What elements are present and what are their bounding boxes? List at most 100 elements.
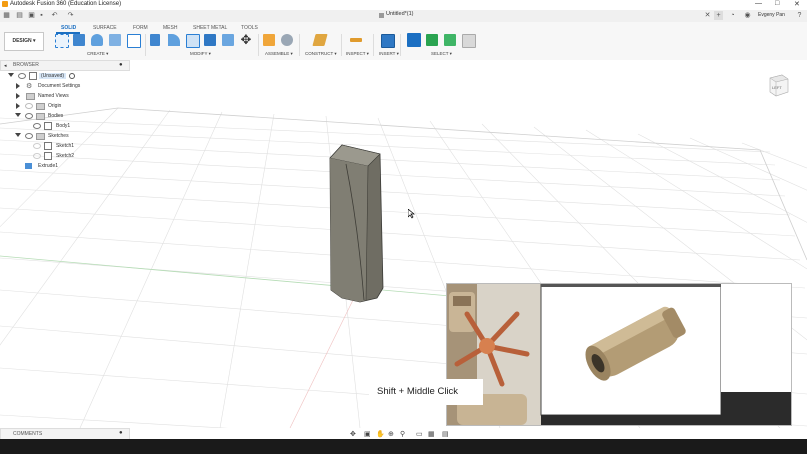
browser-node-sketch2[interactable]: Sketch2: [0, 151, 128, 161]
grid-settings-icon[interactable]: ▦: [428, 430, 435, 438]
window-select-icon[interactable]: [426, 34, 438, 46]
file-menu-icon[interactable]: ▤: [15, 11, 24, 20]
browser-node-body1[interactable]: Body1: [0, 121, 128, 131]
minimize-button[interactable]: —: [755, 0, 762, 7]
view-cube[interactable]: LEFT: [766, 72, 790, 98]
data-panel-grid-icon[interactable]: ▦: [2, 11, 11, 20]
create-group-label[interactable]: CREATE ▾: [87, 51, 108, 57]
browser-root-node[interactable]: (Unsaved): [0, 71, 128, 81]
extrude-icon[interactable]: [73, 34, 85, 46]
select-priority-icon[interactable]: [444, 34, 456, 46]
tab-form[interactable]: FORM: [133, 25, 148, 31]
visibility-eye-icon[interactable]: [33, 153, 41, 159]
browser-node-origin[interactable]: Origin: [0, 101, 128, 111]
view-cube-face-label[interactable]: LEFT: [772, 85, 782, 90]
browser-node-document-settings[interactable]: ⚙ Document Settings: [0, 81, 128, 91]
construct-group-label[interactable]: CONSTRUCT ▾: [305, 51, 337, 57]
fillet-icon[interactable]: [168, 34, 180, 46]
browser-node-bodies[interactable]: Bodies: [0, 111, 128, 121]
ribbon-separator: [373, 34, 374, 56]
browser-pin-icon[interactable]: ●: [119, 62, 123, 68]
tab-tools[interactable]: TOOLS: [241, 25, 258, 31]
body1-solid[interactable]: [320, 140, 390, 308]
tree-label: Sketches: [48, 133, 69, 139]
tab-mesh[interactable]: MESH: [163, 25, 177, 31]
visibility-eye-icon[interactable]: [33, 123, 41, 129]
new-sketch-icon[interactable]: [55, 34, 69, 48]
modify-group-label[interactable]: MODIFY ▾: [190, 51, 211, 57]
tab-surface[interactable]: SURFACE: [93, 25, 117, 31]
measure-icon[interactable]: [350, 38, 362, 42]
workspace-switcher-button[interactable]: DESIGN ▾: [4, 32, 44, 51]
visibility-eye-icon[interactable]: [25, 133, 33, 139]
new-tab-icon[interactable]: +: [714, 11, 723, 20]
undo-icon[interactable]: ↶: [50, 11, 59, 20]
select-group-label[interactable]: SELECT ▾: [431, 51, 452, 57]
fit-icon[interactable]: ⚲: [400, 430, 405, 438]
sketch-icon: [44, 152, 52, 160]
visibility-eye-icon[interactable]: [25, 103, 33, 109]
move-icon[interactable]: ✥: [240, 33, 252, 46]
notifications-icon[interactable]: ◉: [743, 11, 752, 20]
pattern-icon[interactable]: [127, 34, 141, 48]
save-menu-icon[interactable]: ▪: [37, 11, 46, 20]
pan-icon[interactable]: ✋: [376, 430, 385, 438]
combine-icon[interactable]: [204, 34, 216, 46]
select-icon[interactable]: [407, 33, 421, 47]
browser-node-sketches[interactable]: Sketches: [0, 131, 128, 141]
insert-image-icon[interactable]: [381, 34, 395, 48]
job-status-icon[interactable]: ◔: [728, 11, 737, 20]
mouse-cursor-icon: [408, 209, 415, 219]
tab-sheet-metal[interactable]: SHEET METAL: [193, 25, 227, 31]
gear-icon: ⚙: [26, 83, 33, 90]
expand-arrow-icon[interactable]: [16, 93, 20, 99]
select-filter-icon[interactable]: [462, 34, 476, 48]
tree-label: Bodies: [48, 113, 64, 119]
user-name[interactable]: Evgeny Pan: [758, 12, 785, 18]
tree-label: Origin: [48, 103, 62, 109]
visibility-eye-icon[interactable]: [18, 73, 26, 79]
ribbon-separator: [299, 34, 300, 56]
tab-solid[interactable]: SOLID: [61, 25, 76, 31]
save-icon[interactable]: ▣: [27, 11, 36, 20]
expand-arrow-icon[interactable]: [8, 73, 14, 77]
joint-icon[interactable]: [281, 34, 293, 46]
display-settings-icon[interactable]: ▭: [416, 430, 423, 438]
expand-arrow-icon[interactable]: [16, 83, 20, 89]
close-window-button[interactable]: ✕: [794, 0, 800, 8]
sweep-icon[interactable]: [109, 34, 121, 46]
viewports-icon[interactable]: ▤: [442, 430, 449, 438]
look-at-icon[interactable]: ▣: [364, 430, 371, 438]
orbit-icon[interactable]: ✥: [350, 430, 356, 438]
shell-icon[interactable]: [186, 34, 200, 48]
expand-arrow-icon[interactable]: [15, 133, 21, 137]
document-tab[interactable]: Untitled*(1): [386, 11, 414, 17]
ribbon-separator: [145, 34, 146, 56]
offset-plane-icon[interactable]: [312, 34, 328, 46]
redo-icon[interactable]: ↷: [66, 11, 75, 20]
comments-add-icon[interactable]: ●: [119, 430, 123, 436]
collapse-arrow-icon[interactable]: ◂: [4, 63, 7, 69]
assemble-group-label[interactable]: ASSEMBLE ▾: [265, 51, 293, 57]
browser-node-sketch1[interactable]: Sketch1: [0, 141, 128, 151]
inspect-group-label[interactable]: INSPECT ▾: [346, 51, 369, 57]
maximize-button[interactable]: □: [775, 0, 779, 7]
expand-arrow-icon[interactable]: [16, 103, 20, 109]
visibility-eye-icon[interactable]: [33, 143, 41, 149]
expand-arrow-icon[interactable]: [15, 113, 21, 117]
activate-radio-icon[interactable]: [69, 73, 75, 79]
scale-icon[interactable]: [222, 34, 234, 46]
close-tab-icon[interactable]: ✕: [703, 11, 712, 20]
browser-node-named-views[interactable]: Named Views: [0, 91, 128, 101]
browser-panel-header[interactable]: ◂ BROWSER ●: [0, 60, 130, 71]
new-component-icon[interactable]: [263, 34, 275, 46]
ribbon-separator: [341, 34, 342, 56]
visibility-eye-icon[interactable]: [25, 113, 33, 119]
zoom-icon[interactable]: ⊕: [388, 430, 394, 438]
browser-node-extrude1[interactable]: Extrude1: [0, 161, 128, 171]
tree-label: Body1: [56, 123, 71, 129]
help-icon[interactable]: ?: [795, 11, 804, 20]
insert-group-label[interactable]: INSERT ▾: [379, 51, 399, 57]
press-pull-icon[interactable]: [150, 34, 160, 46]
revolve-icon[interactable]: [91, 34, 103, 46]
